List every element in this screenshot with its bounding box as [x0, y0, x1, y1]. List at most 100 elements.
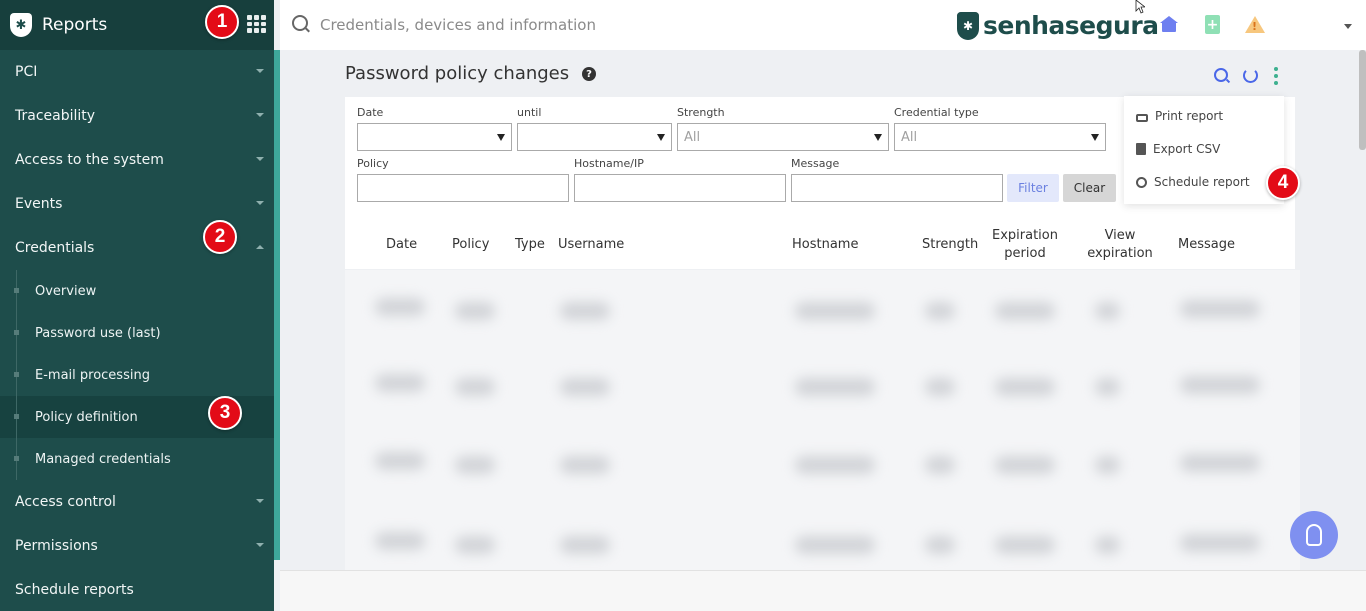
menu-item-label: Schedule report [1154, 175, 1250, 189]
dropdown-arrow-icon [1091, 134, 1099, 141]
sidebar-subitem-label: Overview [35, 283, 97, 299]
report-options-menu: Print report Export CSV Schedule report [1124, 96, 1284, 204]
more-options-icon[interactable] [1274, 67, 1278, 85]
message-label: Message [791, 157, 840, 170]
hostname-input[interactable] [574, 174, 786, 202]
chevron-down-icon [256, 543, 264, 547]
print-report-item[interactable]: Print report [1136, 109, 1223, 123]
sidebar-item-label: Access control [15, 494, 116, 510]
annotation-badge-1: 1 [205, 5, 239, 39]
sidebar-item-label: Permissions [15, 538, 98, 554]
credential-type-select[interactable]: All [894, 123, 1106, 151]
footer-strip [280, 570, 1366, 611]
column-header-hostname[interactable]: Hostname [792, 236, 858, 254]
strength-value: All [684, 130, 701, 145]
column-header-date[interactable]: Date [386, 236, 417, 254]
clock-icon [1136, 176, 1147, 188]
sidebar-item-pci[interactable]: PCI [0, 50, 274, 94]
sidebar-subitem-label: E-mail processing [35, 367, 150, 383]
menu-item-label: Export CSV [1153, 142, 1221, 156]
sidebar-subitem-label: Password use (last) [35, 325, 161, 341]
sidebar-item-label: Schedule reports [15, 582, 134, 598]
policy-input[interactable] [357, 174, 569, 202]
search-toggle-icon[interactable] [1214, 68, 1228, 82]
search-icon [292, 15, 308, 31]
lightbulb-help-icon[interactable] [1290, 511, 1338, 559]
sidebar-item-access-to-system[interactable]: Access to the system [0, 138, 274, 182]
policy-label: Policy [357, 157, 389, 170]
dropdown-arrow-icon [497, 134, 505, 141]
dropdown-arrow-icon [874, 134, 882, 141]
sidebar-item-access-control[interactable]: Access control [0, 480, 274, 524]
column-header-expiration-period[interactable]: Expiration period [987, 227, 1063, 263]
sidebar-subitem-label: Managed credentials [35, 451, 171, 467]
column-header-strength[interactable]: Strength [922, 236, 978, 254]
clear-button[interactable]: Clear [1063, 174, 1116, 202]
column-header-username[interactable]: Username [558, 236, 624, 254]
home-icon[interactable] [1160, 16, 1178, 33]
sidebar-item-label: Traceability [15, 108, 96, 124]
sidebar-item-permissions[interactable]: Permissions [0, 524, 274, 568]
sidebar-item-traceability[interactable]: Traceability [0, 94, 274, 138]
chevron-down-icon [256, 157, 264, 161]
printer-icon [1136, 113, 1148, 122]
chevron-down-icon [256, 499, 264, 503]
help-icon[interactable]: ? [582, 67, 596, 81]
sidebar-item-label: Credentials [15, 240, 95, 256]
export-csv-item[interactable]: Export CSV [1136, 142, 1220, 156]
filter-button[interactable]: Filter [1007, 174, 1059, 202]
strength-select[interactable]: All [677, 123, 889, 151]
chevron-down-icon [256, 201, 264, 205]
global-search-input[interactable] [320, 12, 820, 38]
annotation-badge-2: 2 [203, 220, 237, 254]
page-scrollbar[interactable] [1359, 50, 1366, 150]
sidebar-item-schedule-reports[interactable]: Schedule reports [0, 568, 274, 611]
sidebar-subitem-managed-credentials[interactable]: Managed credentials [0, 438, 274, 480]
date-until-select[interactable] [517, 123, 672, 151]
column-header-type[interactable]: Type [515, 236, 545, 254]
chevron-down-icon [256, 113, 264, 117]
hostname-label: Hostname/IP [574, 157, 644, 170]
sidebar-item-label: PCI [15, 64, 38, 80]
apps-grid-icon[interactable] [247, 15, 267, 33]
table-row[interactable] [345, 522, 1300, 570]
table-row[interactable] [345, 442, 1300, 498]
add-file-icon[interactable]: + [1205, 15, 1220, 34]
brand-shield-icon: ✱ [957, 11, 979, 40]
sidebar-subitem-password-use[interactable]: Password use (last) [0, 312, 274, 354]
topbar: ✱ senhasegura + ! [280, 0, 1366, 50]
brand-name: senhasegura [983, 11, 1159, 40]
logo-icon: ✱ [10, 13, 32, 37]
date-label: Date [357, 106, 384, 119]
user-menu-chevron-icon[interactable] [1344, 24, 1352, 29]
strength-label: Strength [677, 106, 725, 119]
table-row[interactable] [345, 288, 1300, 344]
table-body [345, 270, 1300, 570]
sidebar-title: Reports [42, 15, 108, 35]
warning-icon[interactable]: ! [1245, 16, 1265, 33]
sidebar-scrollbar[interactable] [274, 50, 280, 560]
menu-item-label: Print report [1155, 109, 1224, 123]
sidebar: ✱ Reports PCI Traceability Access to the… [0, 0, 274, 611]
column-header-view-expiration[interactable]: View expiration [1082, 227, 1158, 263]
brand-logo: ✱ senhasegura [957, 11, 1159, 40]
credential-type-value: All [901, 130, 918, 145]
sidebar-subitem-overview[interactable]: Overview [0, 270, 274, 312]
sidebar-item-label: Access to the system [15, 152, 164, 168]
table-row[interactable] [345, 364, 1300, 420]
credential-type-label: Credential type [894, 106, 979, 119]
date-from-select[interactable] [357, 123, 512, 151]
refresh-icon[interactable] [1243, 68, 1258, 83]
sidebar-item-events[interactable]: Events [0, 182, 274, 226]
page-title: Password policy changes [345, 63, 570, 84]
column-header-message[interactable]: Message [1178, 236, 1235, 254]
dropdown-arrow-icon [657, 134, 665, 141]
mouse-cursor-icon [1135, 0, 1145, 14]
sidebar-subitem-email-processing[interactable]: E-mail processing [0, 354, 274, 396]
schedule-report-item[interactable]: Schedule report [1136, 175, 1250, 189]
annotation-badge-4: 4 [1266, 166, 1300, 200]
column-header-policy[interactable]: Policy [452, 236, 489, 254]
sidebar-item-label: Events [15, 196, 63, 212]
message-input[interactable] [791, 174, 1003, 202]
sidebar-subitem-label: Policy definition [35, 409, 138, 425]
